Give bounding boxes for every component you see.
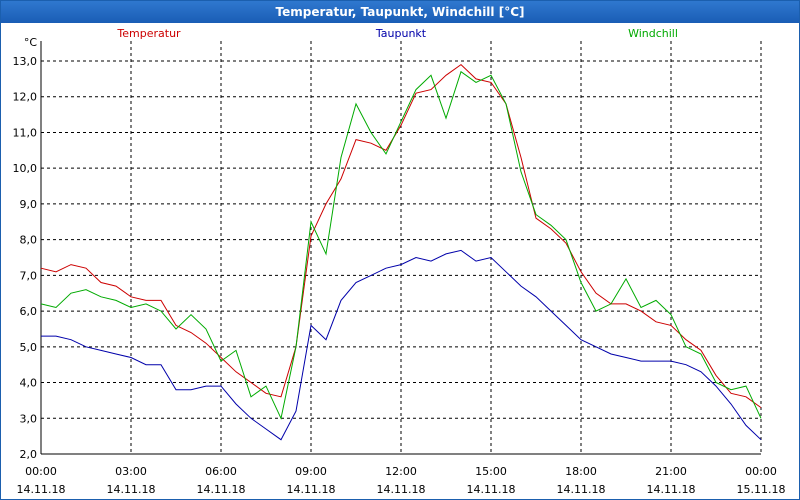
- y-tick-label: 10,0: [13, 162, 38, 175]
- y-tick-label: 13,0: [13, 55, 38, 68]
- y-tick-label: 7,0: [20, 269, 38, 282]
- x-tick-time: 12:00: [385, 465, 417, 478]
- chart-window: Temperatur, Taupunkt, Windchill [°C] 2,0…: [0, 0, 800, 500]
- x-tick-time: 00:00: [745, 465, 777, 478]
- x-tick-time: 03:00: [115, 465, 147, 478]
- x-tick-date: 14.11.18: [377, 483, 426, 496]
- x-tick-time: 09:00: [295, 465, 327, 478]
- y-tick-label: 2,0: [20, 448, 38, 461]
- y-axis-label: °C: [24, 36, 38, 49]
- x-tick-date: 14.11.18: [557, 483, 606, 496]
- y-tick-labels: 2,0 3,0 4,0 5,0 6,0 7,0 8,0 9,0 10,0 11,0 12,0 13,0…: [13, 36, 38, 461]
- x-tick-time: 21:00: [655, 465, 687, 478]
- legend-item-taupunkt: Taupunkt: [375, 27, 427, 40]
- series-line-temperatur: [40, 63, 762, 409]
- x-tick-time: 15:00: [475, 465, 507, 478]
- x-tick-date: 14.11.18: [107, 483, 156, 496]
- x-tick-date: 14.11.18: [467, 483, 516, 496]
- x-tick-time: 18:00: [565, 465, 597, 478]
- x-tick-time: 00:00: [25, 465, 57, 478]
- y-tick-label: 4,0: [20, 377, 38, 390]
- x-tick-date: 15.11.18: [737, 483, 786, 496]
- chart-title: Temperatur, Taupunkt, Windchill [°C]: [1, 1, 799, 23]
- y-tick-label: 5,0: [20, 341, 38, 354]
- x-tick-date: 14.11.18: [17, 483, 66, 496]
- grid: [40, 41, 762, 455]
- x-tick-date: 14.11.18: [287, 483, 336, 496]
- series-line-taupunkt: [41, 249, 762, 441]
- x-tick-labels: 00:00 14.11.18 03:00 14.11.18 06:00 14.11.18 0…: [17, 465, 786, 496]
- y-tick-label: 6,0: [20, 305, 38, 318]
- x-tick-time: 06:00: [205, 465, 237, 478]
- x-tick-date: 14.11.18: [647, 483, 696, 496]
- legend-item-temperatur: Temperatur: [116, 27, 181, 40]
- y-tick-label: 8,0: [20, 234, 38, 247]
- legend-item-windchill: Windchill: [628, 27, 678, 40]
- y-tick-label: 9,0: [20, 198, 38, 211]
- x-tick-date: 14.11.18: [197, 483, 246, 496]
- chart-canvas: 2,0 3,0 4,0 5,0 6,0 7,0 8,0 9,0 10,0 11,0 12,0 13,0…: [13, 27, 786, 496]
- legend: Temperatur Taupunkt Windchill: [116, 27, 678, 40]
- y-tick-label: 12,0: [13, 91, 38, 104]
- y-tick-label: 11,0: [13, 126, 38, 139]
- y-tick-label: 3,0: [20, 412, 38, 425]
